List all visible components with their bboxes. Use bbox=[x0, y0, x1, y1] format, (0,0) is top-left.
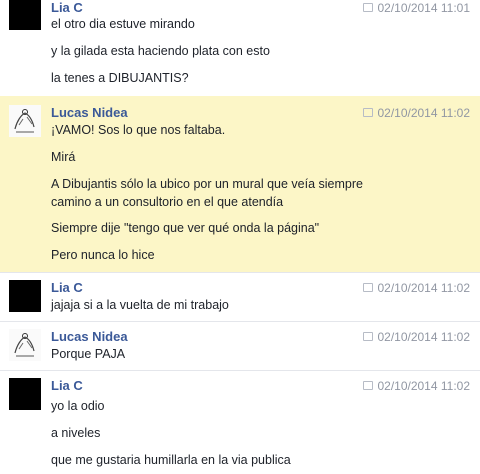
message-group: Lucas Nidea 02/10/2014 11:02 Porque PAJA bbox=[0, 322, 480, 370]
message-text: que me gustaria humillarla en la via pub… bbox=[51, 453, 291, 467]
message-status-icon bbox=[363, 3, 374, 13]
avatar[interactable] bbox=[9, 280, 41, 312]
message-text: ¡VAMO! Sos lo que nos faltaba. bbox=[51, 123, 226, 137]
author-name[interactable]: Lia C bbox=[51, 280, 83, 295]
message-group: Lia C 02/10/2014 11:02 yo la odio a nive… bbox=[0, 371, 480, 474]
message-group: Lia C 02/10/2014 11:01 el otro dia estuv… bbox=[0, 0, 480, 96]
message-text: A Dibujantis sólo la ubico por un mural … bbox=[51, 177, 363, 191]
message-text: yo la odio bbox=[51, 399, 105, 413]
message-timestamp: 02/10/2014 11:01 bbox=[363, 1, 470, 16]
message-status-icon bbox=[363, 381, 374, 391]
avatar[interactable] bbox=[9, 378, 41, 410]
message-text: camino a un consultorio en el que atendí… bbox=[51, 195, 284, 209]
message-status-icon bbox=[363, 283, 374, 293]
message-timestamp: 02/10/2014 11:02 bbox=[363, 281, 470, 296]
message-status-icon bbox=[363, 332, 374, 342]
message-text: y la gilada esta haciendo plata con esto bbox=[51, 44, 270, 58]
message-thread: Lia C 02/10/2014 11:01 el otro dia estuv… bbox=[0, 0, 480, 474]
message-text: el otro dia estuve mirando bbox=[51, 17, 195, 31]
avatar[interactable] bbox=[9, 105, 41, 137]
message-status-icon bbox=[363, 108, 374, 118]
message-timestamp: 02/10/2014 11:02 bbox=[363, 330, 470, 345]
message-group: Lia C 02/10/2014 11:02 jajaja si a la vu… bbox=[0, 273, 480, 321]
message-text: la tenes a DIBUJANTIS? bbox=[51, 71, 189, 85]
message-timestamp: 02/10/2014 11:02 bbox=[363, 379, 470, 394]
message-text: Siempre dije "tengo que ver qué onda la … bbox=[51, 221, 320, 235]
message-text: Pero nunca lo hice bbox=[51, 248, 155, 262]
author-name[interactable]: Lucas Nidea bbox=[51, 105, 128, 120]
avatar[interactable] bbox=[9, 329, 41, 361]
author-name[interactable]: Lia C bbox=[51, 378, 83, 393]
message-text: Porque PAJA bbox=[51, 347, 126, 361]
message-text: jajaja si a la vuelta de mi trabajo bbox=[51, 298, 229, 312]
author-name[interactable]: Lia C bbox=[51, 0, 83, 15]
message-text: a niveles bbox=[51, 426, 101, 440]
avatar[interactable] bbox=[9, 0, 41, 30]
message-text: Mirá bbox=[51, 150, 76, 164]
message-group-highlighted: Lucas Nidea 02/10/2014 11:02 ¡VAMO! Sos … bbox=[0, 96, 480, 272]
message-timestamp: 02/10/2014 11:02 bbox=[363, 106, 470, 121]
author-name[interactable]: Lucas Nidea bbox=[51, 329, 128, 344]
